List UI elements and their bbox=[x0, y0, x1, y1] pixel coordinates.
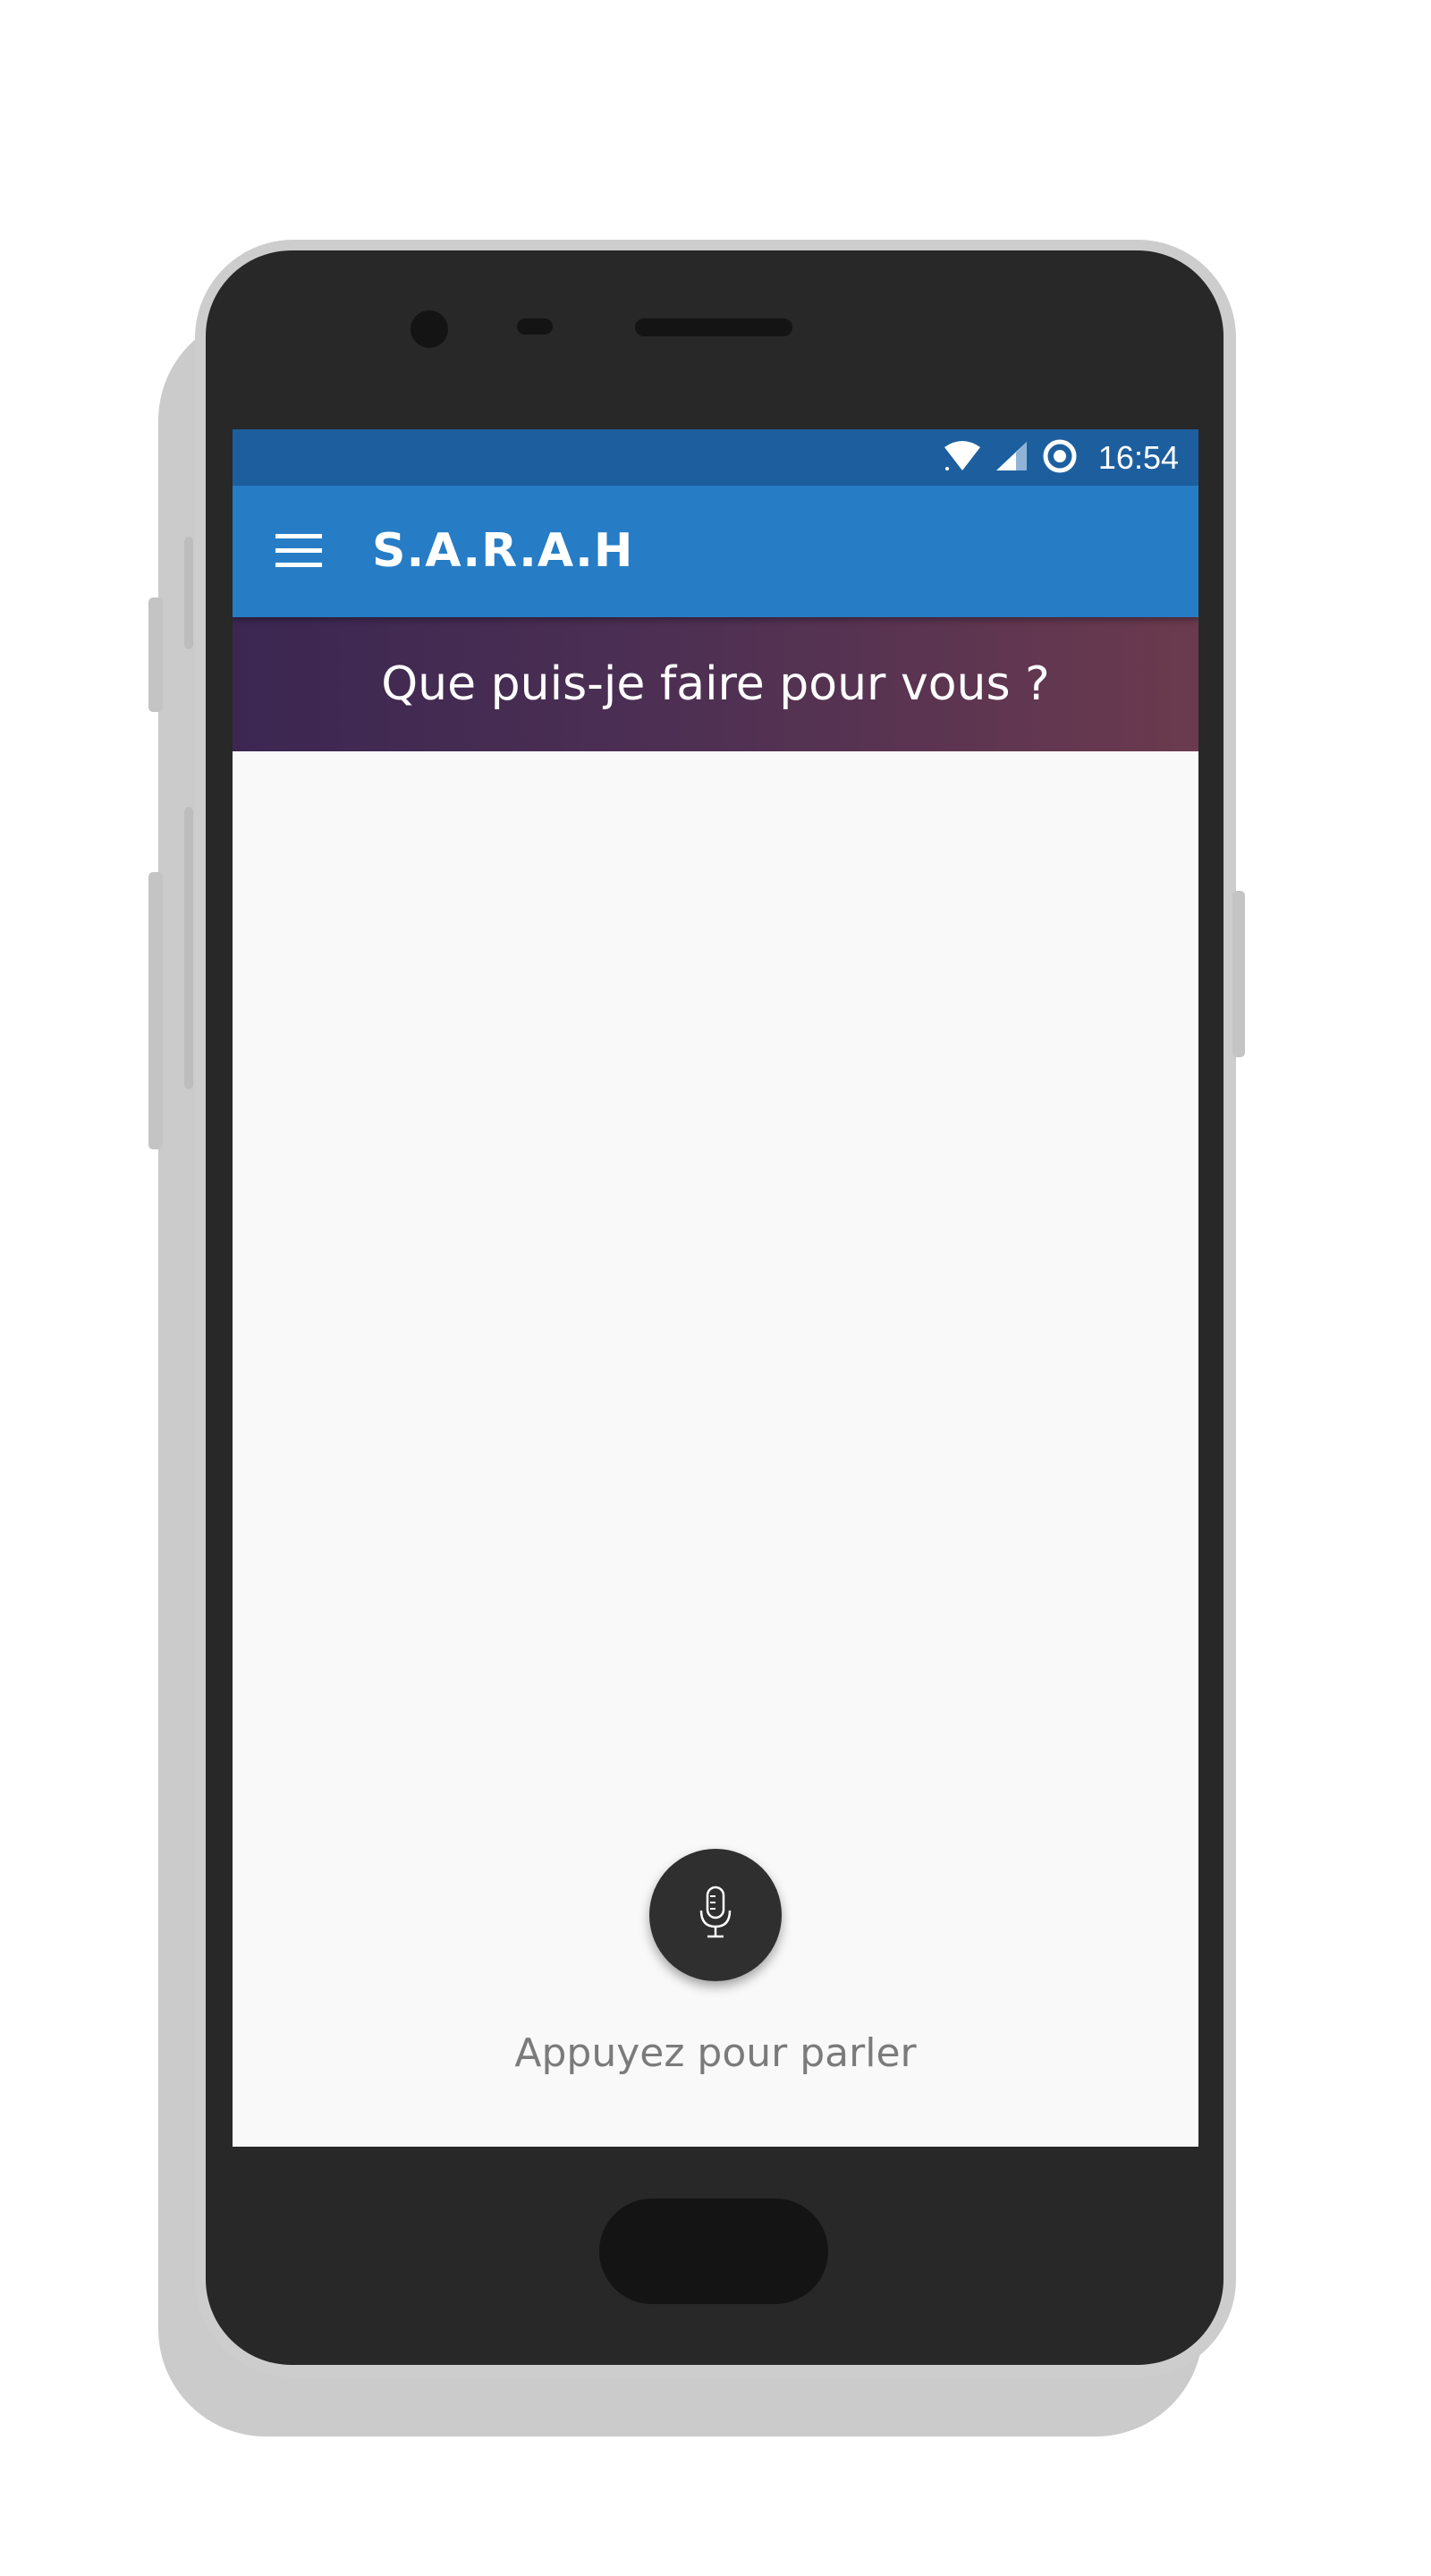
alert-slider bbox=[184, 537, 193, 649]
front-camera bbox=[411, 310, 448, 348]
prompt-banner: Que puis-je faire pour vous ? bbox=[233, 617, 1198, 751]
microphone-icon bbox=[698, 1885, 733, 1945]
power-button bbox=[1232, 891, 1245, 1057]
status-time: 16:54 bbox=[1097, 438, 1179, 476]
microphone-button[interactable] bbox=[649, 1849, 782, 1981]
volume-down-button bbox=[148, 872, 163, 1149]
app-screen: 16:54 S.A.R.A.H Que puis-je faire pour v… bbox=[233, 429, 1198, 2147]
hamburger-menu-icon[interactable] bbox=[275, 530, 322, 572]
status-icons: 16:54 bbox=[943, 429, 1179, 486]
home-button[interactable] bbox=[599, 2199, 828, 2304]
data-saver-icon bbox=[1041, 437, 1079, 479]
side-key bbox=[184, 807, 193, 1089]
proximity-sensor bbox=[517, 318, 553, 335]
status-bar: 16:54 bbox=[233, 429, 1198, 486]
wifi-icon bbox=[943, 440, 982, 476]
prompt-text: Que puis-je faire pour vous ? bbox=[381, 657, 1050, 711]
tap-to-speak-label: Appuyez pour parler bbox=[514, 2030, 917, 2076]
app-bar: S.A.R.A.H bbox=[233, 486, 1198, 617]
app-title: S.A.R.A.H bbox=[372, 524, 634, 578]
cellular-signal-icon bbox=[995, 440, 1029, 476]
earpiece-speaker bbox=[635, 318, 792, 336]
volume-up-button bbox=[148, 597, 163, 712]
